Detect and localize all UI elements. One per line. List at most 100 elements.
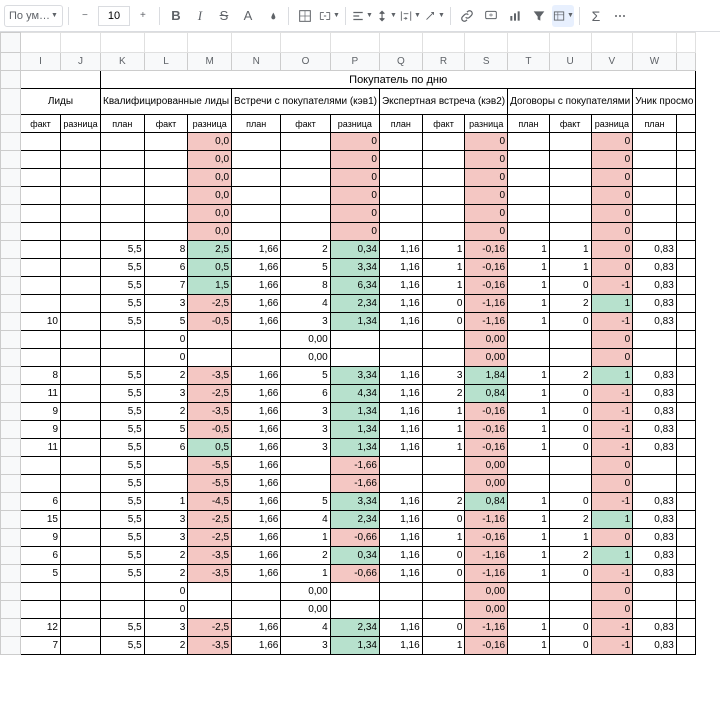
cell[interactable] [21,475,61,493]
cell[interactable]: 0,83 [633,277,677,295]
cell[interactable]: 0 [591,223,633,241]
cell[interactable] [232,349,281,367]
cell[interactable]: 1 [508,511,550,529]
cell[interactable]: 0 [465,151,508,169]
col-header[interactable]: L [144,53,188,71]
cell[interactable]: 3 [422,367,465,385]
cell[interactable]: 1,66 [232,421,281,439]
comment-icon[interactable] [480,5,502,27]
cell[interactable]: 2,34 [330,295,379,313]
cell[interactable] [144,187,188,205]
cell[interactable]: 0 [144,331,188,349]
cell[interactable]: 3 [144,295,188,313]
cell[interactable]: 9 [21,403,61,421]
cell[interactable] [633,475,677,493]
cell[interactable] [61,511,101,529]
cell[interactable]: -1,16 [465,547,508,565]
cell[interactable]: 4 [281,619,330,637]
cell[interactable]: 0,0 [188,151,232,169]
cell[interactable]: 1,16 [379,295,422,313]
cell[interactable] [232,151,281,169]
strike-icon[interactable]: S [213,5,235,27]
cell[interactable] [21,457,61,475]
cell[interactable] [232,601,281,619]
cell[interactable]: -1 [591,619,633,637]
cell[interactable] [508,331,550,349]
cell[interactable]: 5,5 [101,493,145,511]
cell[interactable] [422,601,465,619]
cell[interactable] [422,475,465,493]
cell[interactable] [379,457,422,475]
cell[interactable] [422,205,465,223]
cell[interactable]: 3 [281,403,330,421]
cell[interactable]: 0 [422,511,465,529]
cell[interactable] [144,457,188,475]
cell[interactable]: 1,16 [379,421,422,439]
cell[interactable] [61,295,101,313]
cell[interactable] [101,223,145,241]
cell[interactable]: 7 [144,277,188,295]
cell[interactable]: 0 [465,187,508,205]
cell[interactable]: 0 [144,583,188,601]
cell[interactable]: 0,00 [281,583,330,601]
cell[interactable] [633,223,677,241]
cell[interactable] [508,349,550,367]
cell[interactable]: 0,83 [633,295,677,313]
font-select[interactable]: По ум…▼ [4,5,63,27]
halign-icon[interactable]: ▼ [351,5,373,27]
table-row[interactable]: 5,53-2,51,6642,341,160-1,161210,83 [1,295,696,313]
cell[interactable]: 0 [330,187,379,205]
cell[interactable]: -0,16 [465,241,508,259]
cell[interactable] [61,439,101,457]
cell[interactable] [21,295,61,313]
cell[interactable]: 1,16 [379,385,422,403]
cell[interactable]: 0 [422,547,465,565]
cell[interactable]: 5,5 [101,259,145,277]
table-row[interactable]: 95,53-2,51,661-0,661,161-0,161100,83 [1,529,696,547]
cell[interactable] [61,457,101,475]
cell[interactable] [379,331,422,349]
cell[interactable]: 0,0 [188,169,232,187]
cell[interactable]: 1,34 [330,637,379,655]
cell[interactable]: 0 [549,565,591,583]
cell[interactable]: 6 [281,385,330,403]
cell[interactable]: 1,66 [232,547,281,565]
cell[interactable]: 0 [422,565,465,583]
cell[interactable] [101,187,145,205]
cell[interactable]: 1 [422,421,465,439]
cell[interactable] [508,187,550,205]
cell[interactable]: 0,84 [465,493,508,511]
cell[interactable]: 0 [591,475,633,493]
cell[interactable]: 0,83 [633,439,677,457]
cell[interactable]: 4 [281,511,330,529]
cell[interactable]: 1 [508,439,550,457]
cell[interactable]: 1,34 [330,313,379,331]
cell[interactable]: -2,5 [188,511,232,529]
cell[interactable]: 0 [465,169,508,187]
cell[interactable]: 10 [21,313,61,331]
cell[interactable]: -1 [591,421,633,439]
fill-color-icon[interactable] [261,5,283,27]
cell[interactable] [549,133,591,151]
cell[interactable]: 1,66 [232,439,281,457]
cell[interactable] [61,619,101,637]
cell[interactable] [21,151,61,169]
cell[interactable]: 1,66 [232,259,281,277]
cell[interactable]: 5,5 [101,565,145,583]
cell[interactable] [379,187,422,205]
cell[interactable]: -2,5 [188,385,232,403]
cell[interactable]: 5,5 [101,367,145,385]
cell[interactable]: -1 [591,439,633,457]
cell[interactable]: 1 [508,241,550,259]
cell[interactable]: 0 [591,529,633,547]
table-row[interactable]: 0,0000 [1,187,696,205]
cell[interactable]: 0 [549,277,591,295]
cell[interactable]: 1 [281,565,330,583]
cell[interactable]: 5,5 [101,421,145,439]
cell[interactable] [232,187,281,205]
cell[interactable] [422,223,465,241]
cell[interactable] [188,601,232,619]
cell[interactable]: 6,34 [330,277,379,295]
cell[interactable] [61,259,101,277]
spreadsheet[interactable]: IJKLMNOPQRSTUVWПокупатель по днюЛидыКвал… [0,32,720,655]
